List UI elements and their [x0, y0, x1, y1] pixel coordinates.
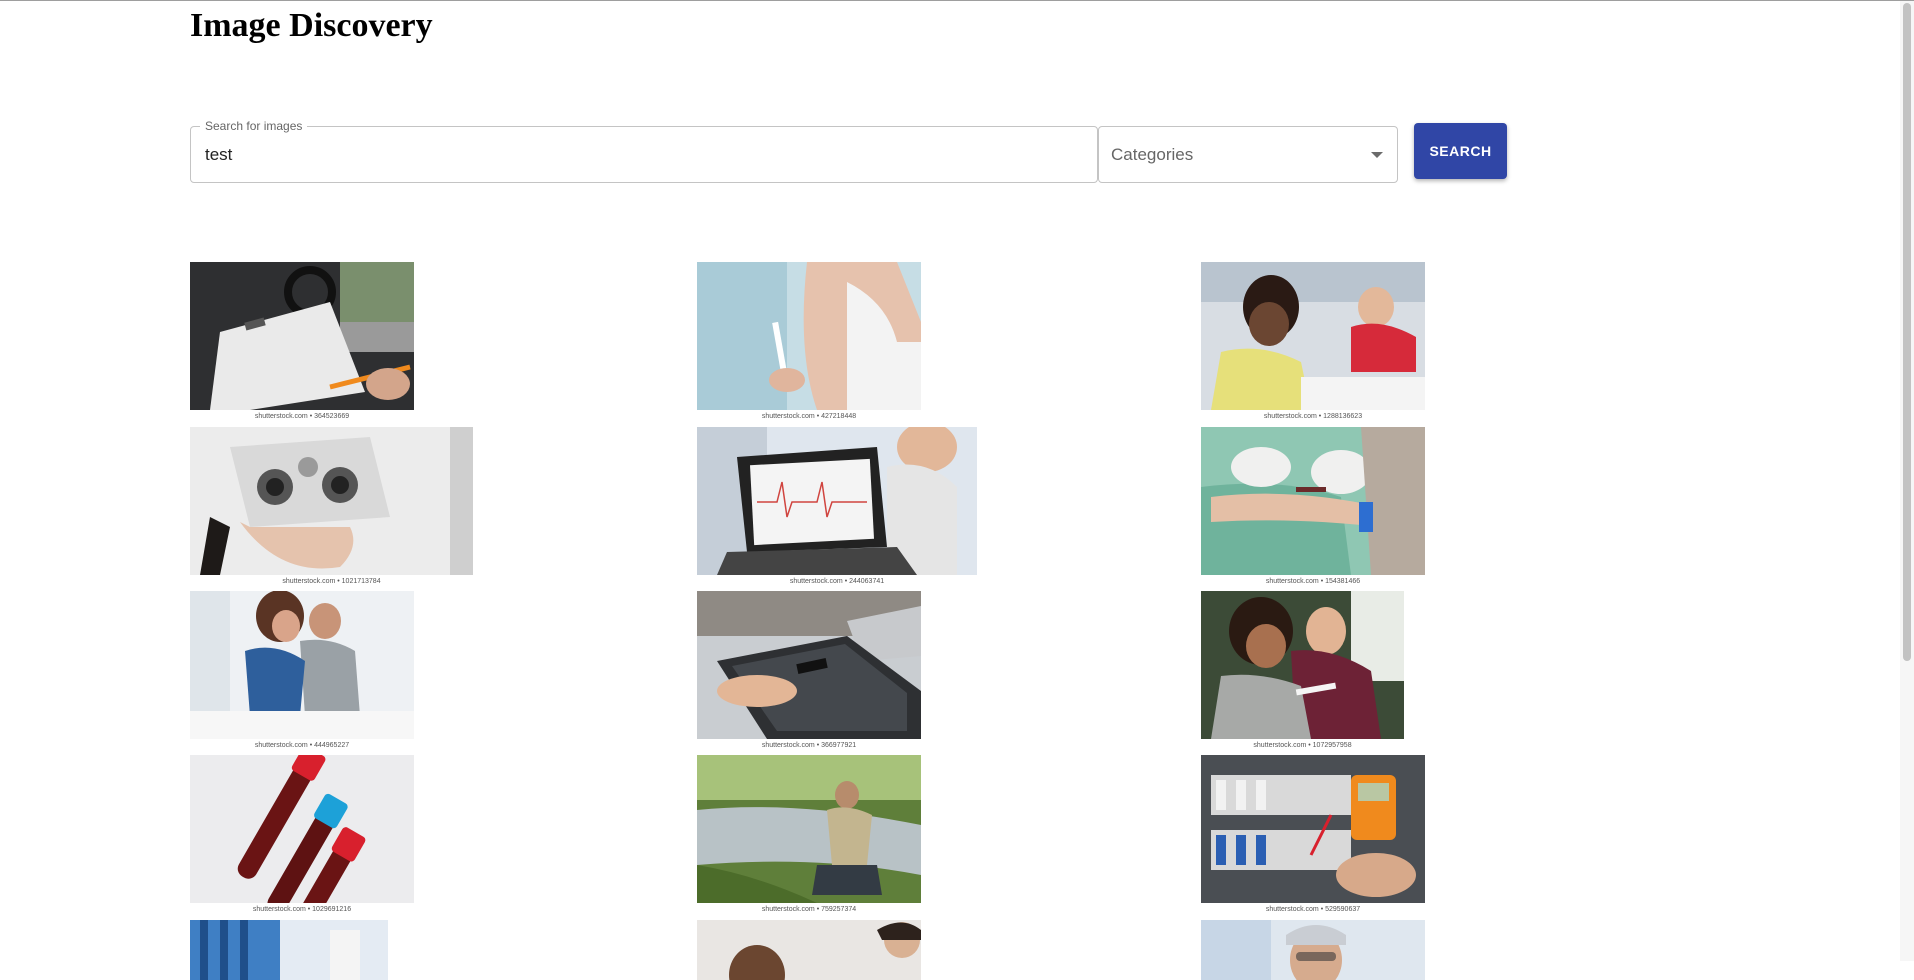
categories-placeholder: Categories — [1111, 145, 1194, 164]
lab-tubes-image[interactable] — [190, 920, 388, 980]
result-image-card[interactable]: shutterstock.com • 427218448 — [697, 262, 921, 422]
blood-draw-image[interactable] — [1201, 427, 1425, 575]
couple-test-happy-image[interactable] — [1201, 591, 1404, 739]
result-image-card[interactable] — [190, 920, 388, 980]
vertical-scrollbar[interactable] — [1900, 1, 1914, 961]
result-image-card[interactable]: shutterstock.com • 1288136623 — [1201, 262, 1425, 422]
result-image-card[interactable]: shutterstock.com • 1029691216 — [190, 755, 414, 915]
result-image-card[interactable]: shutterstock.com • 444965227 — [190, 591, 414, 751]
tablet-desk-image[interactable] — [697, 591, 921, 739]
result-image-card[interactable]: shutterstock.com • 1021713784 — [190, 427, 473, 587]
electrician-multimeter-image[interactable] — [1201, 755, 1425, 903]
couple-pregnancy-test-image[interactable] — [190, 591, 414, 739]
search-button[interactable]: SEARCH — [1414, 123, 1507, 179]
river-sampling-image[interactable] — [697, 755, 921, 903]
search-input[interactable]: Search for images test — [190, 119, 1098, 183]
search-input-label: Search for images — [200, 119, 308, 133]
ecg-stress-test-image[interactable] — [697, 427, 977, 575]
search-input-value[interactable]: test — [205, 145, 232, 165]
image-caption: shutterstock.com • 1029691216 — [252, 906, 352, 913]
image-caption: shutterstock.com • 1288136623 — [1263, 413, 1363, 420]
image-caption: shutterstock.com • 1021713784 — [282, 578, 381, 585]
result-image-card[interactable]: shutterstock.com • 1072957958 — [1201, 591, 1404, 751]
chevron-down-icon[interactable] — [1371, 152, 1383, 158]
driver-clipboard-image[interactable] — [190, 262, 414, 410]
woman-test-image[interactable] — [697, 262, 921, 410]
result-image-card[interactable]: shutterstock.com • 244063741 — [697, 427, 977, 587]
image-caption: shutterstock.com • 1072957958 — [1253, 742, 1352, 749]
eye-exam-image[interactable] — [190, 427, 473, 575]
blood-tubes-image[interactable] — [190, 755, 414, 903]
children-classroom-image[interactable] — [1201, 262, 1425, 410]
result-image-card[interactable]: shutterstock.com • 366977921 — [697, 591, 921, 751]
image-caption: shutterstock.com • 759257374 — [761, 906, 857, 913]
image-caption: shutterstock.com • 366977921 — [761, 742, 857, 749]
result-image-card[interactable]: shutterstock.com • 154381466 — [1201, 427, 1425, 587]
result-image-card[interactable] — [1201, 920, 1425, 980]
result-image-card[interactable]: shutterstock.com • 529590637 — [1201, 755, 1425, 915]
image-caption: shutterstock.com • 444965227 — [254, 742, 350, 749]
image-caption: shutterstock.com • 244063741 — [789, 578, 885, 585]
image-caption: shutterstock.com • 154381466 — [1265, 578, 1361, 585]
result-image-card[interactable]: shutterstock.com • 759257374 — [697, 755, 921, 915]
lab-technician-image[interactable] — [1201, 920, 1425, 980]
scrollbar-thumb[interactable] — [1903, 3, 1911, 661]
result-image-card[interactable]: shutterstock.com • 364523669 — [190, 262, 414, 422]
doctor-patient-image[interactable] — [697, 920, 921, 980]
image-caption: shutterstock.com • 364523669 — [254, 413, 350, 420]
categories-select[interactable]: Categories — [1098, 126, 1398, 183]
image-caption: shutterstock.com • 529590637 — [1265, 906, 1361, 913]
page-title: Image Discovery — [190, 7, 433, 44]
image-caption: shutterstock.com • 427218448 — [761, 413, 857, 420]
result-image-card[interactable] — [697, 920, 921, 980]
